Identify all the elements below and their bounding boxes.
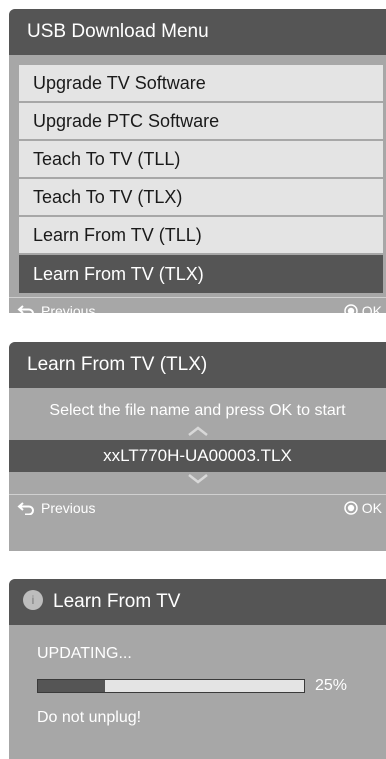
usb-download-menu-panel: USB Download Menu Upgrade TV Software Up…	[9, 9, 386, 313]
file-select-title: Learn From TV (TLX)	[9, 342, 386, 388]
progress-panel: Learn From TV UPDATING... 25% Do not unp…	[9, 579, 386, 759]
previous-label: Previous	[41, 500, 96, 516]
progress-percent: 25%	[315, 677, 348, 694]
file-select-panel: Learn From TV (TLX) Select the file name…	[9, 342, 386, 551]
chevron-up-icon	[187, 426, 208, 436]
ok-label: OK	[361, 303, 382, 313]
ok-circle-icon	[344, 501, 358, 515]
updating-status: UPDATING...	[37, 645, 132, 662]
progress-header: Learn From TV	[9, 579, 386, 625]
menu-footer: Previous OK	[9, 297, 386, 313]
back-arrow-icon	[17, 305, 34, 313]
previous-button[interactable]: Previous	[17, 298, 95, 313]
menu-item-upgrade-tv-software[interactable]: Upgrade TV Software	[19, 65, 383, 101]
menu-item-learn-from-tv-tll[interactable]: Learn From TV (TLL)	[19, 217, 383, 253]
back-arrow-icon	[17, 502, 34, 515]
progress-bar	[37, 679, 305, 693]
previous-label: Previous	[41, 303, 96, 313]
ok-label: OK	[361, 500, 382, 516]
menu-item-learn-from-tv-tlx[interactable]: Learn From TV (TLX)	[19, 255, 383, 293]
file-select-instruction: Select the file name and press OK to sta…	[49, 402, 346, 419]
filename-selector[interactable]: xxLT770H-UA00003.TLX	[9, 440, 386, 472]
file-select-footer: Previous OK	[9, 494, 386, 521]
unplug-warning: Do not unplug!	[37, 709, 142, 726]
chevron-down-icon	[187, 474, 208, 484]
scroll-up-arrow[interactable]	[9, 424, 386, 440]
info-icon	[23, 589, 43, 610]
menu-item-upgrade-ptc-software[interactable]: Upgrade PTC Software	[19, 103, 383, 139]
ok-circle-icon	[344, 304, 358, 313]
scroll-down-arrow[interactable]	[9, 472, 386, 488]
previous-button[interactable]: Previous	[17, 495, 95, 521]
ok-button[interactable]: OK	[344, 495, 382, 521]
usb-download-menu-title: USB Download Menu	[9, 9, 386, 55]
ok-button[interactable]: OK	[344, 298, 382, 313]
menu-item-teach-to-tv-tll[interactable]: Teach To TV (TLL)	[19, 141, 383, 177]
usb-download-menu-list: Upgrade TV Software Upgrade PTC Software…	[9, 55, 386, 293]
menu-item-teach-to-tv-tlx[interactable]: Teach To TV (TLX)	[19, 179, 383, 215]
progress-row: 25%	[9, 677, 386, 695]
progress-bar-fill	[38, 680, 105, 692]
progress-title: Learn From TV	[53, 591, 181, 612]
